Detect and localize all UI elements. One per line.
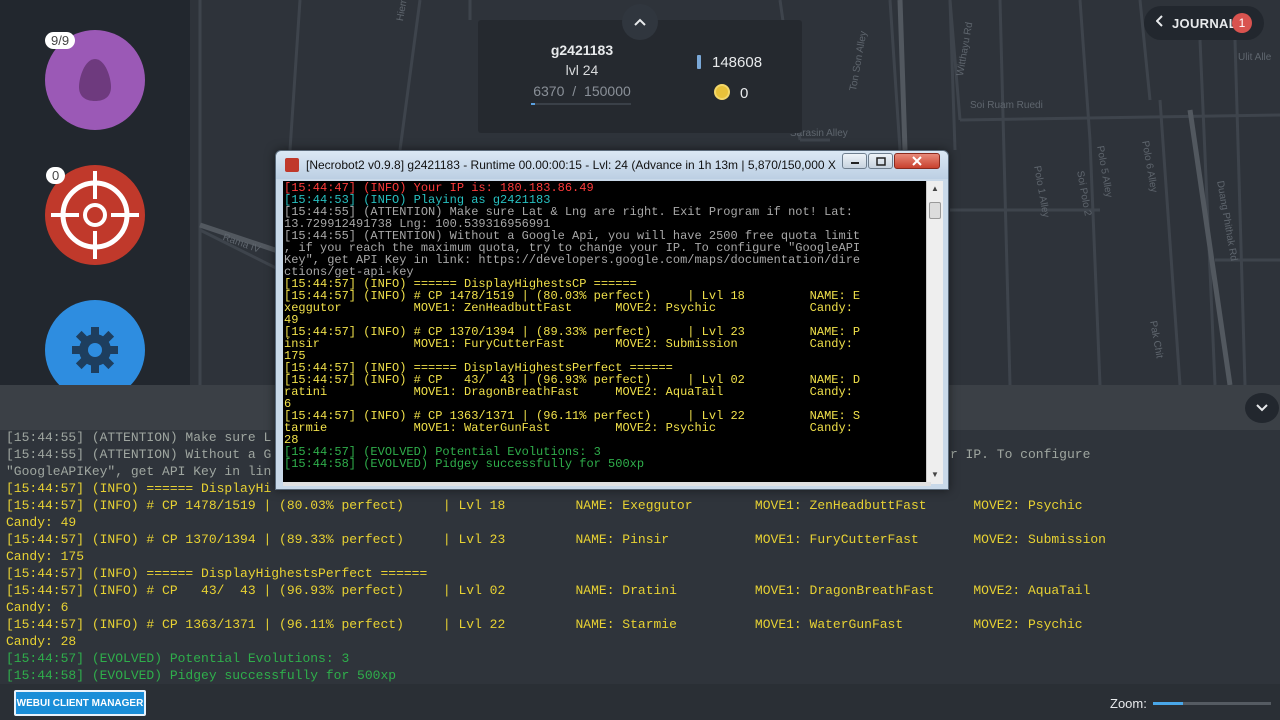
xp-text: 6370 / 150000 [510, 83, 654, 99]
egg-count-badge: 9/9 [45, 32, 76, 49]
console-titlebar[interactable]: [Necrobot2 v0.9.8] g2421183 - Runtime 00… [276, 151, 948, 179]
log-line: [15:44:57] (INFO) # CP 1370/1394 | (89.3… [6, 532, 1106, 547]
stardust-icon [697, 55, 701, 69]
log-line: [15:44:57] (INFO) # CP 1478/1519 | (80.0… [6, 498, 1083, 513]
bottom-bar [0, 684, 1280, 720]
maximize-button[interactable] [868, 153, 893, 169]
xp-separator: / [572, 83, 577, 99]
chevron-down-icon [1256, 404, 1268, 412]
xp-needed: 150000 [584, 83, 631, 99]
chevron-left-icon [1156, 15, 1163, 27]
coin-value: 0 [740, 85, 749, 102]
log-line: [15:44:57] (EVOLVED) Potential Evolution… [6, 651, 350, 666]
stardust-value: 148608 [712, 54, 763, 71]
zoom-label: Zoom: [1110, 696, 1147, 711]
collapse-profile-button[interactable] [622, 4, 658, 40]
log-line: [15:44:57] (INFO) # CP 43/ 43 | (96.93% … [6, 583, 1091, 598]
scroll-down-arrow-icon[interactable]: ▼ [927, 467, 943, 483]
map-label: Soi Ruam Ruedi [970, 100, 1043, 111]
log-line: [15:44:57] (INFO) ====== DisplayHi [6, 481, 272, 496]
log-line: "GoogleAPIKey", get API Key in lin [6, 464, 272, 479]
log-line: [15:44:57] (INFO) # CP 1363/1371 | (96.1… [6, 617, 1083, 632]
close-icon [912, 156, 922, 166]
console-title: [Necrobot2 v0.9.8] g2421183 - Runtime 00… [306, 158, 836, 172]
log-line: Candy: 6 [6, 600, 69, 615]
scroll-up-arrow-icon[interactable]: ▲ [927, 181, 943, 197]
necrobot-app-icon [285, 158, 299, 172]
map-label: Ulit Alle [1238, 52, 1272, 63]
snipe-count-badge: 0 [46, 167, 66, 184]
log-line: [15:44:57] (INFO) ====== DisplayHighests… [6, 566, 428, 581]
journal-label: JOURNAL [1172, 16, 1237, 31]
log-line: Candy: 175 [6, 549, 85, 564]
xp-progress-bar [531, 103, 631, 105]
xp-current: 6370 [533, 83, 565, 99]
egg-icon [79, 59, 111, 101]
close-button[interactable] [894, 153, 940, 169]
zoom-slider[interactable] [1153, 702, 1271, 705]
necrobot-console-window[interactable]: [Necrobot2 v0.9.8] g2421183 - Runtime 00… [275, 150, 949, 490]
console-line: xeggutor MOVE1: ZenHeadbuttFast MOVE2: P… [284, 301, 853, 315]
console-line: insir MOVE1: FuryCutterFast MOVE2: Submi… [284, 337, 853, 351]
xp-progress-fill [531, 103, 536, 105]
console-line: ratini MOVE1: DragonBreathFast MOVE2: Aq… [284, 385, 853, 399]
zoom-slider-fill [1153, 702, 1183, 705]
console-output[interactable]: [15:44:47] (INFO) Your IP is: 180.183.86… [283, 181, 943, 484]
console-horizontal-scrollbar[interactable] [283, 482, 931, 486]
player-level: lvl 24 [565, 62, 599, 78]
gear-icon [72, 327, 118, 373]
console-line: tarmie MOVE1: WaterGunFast MOVE2: Psychi… [284, 421, 853, 435]
maximize-icon [875, 156, 886, 166]
chevron-up-icon [634, 18, 646, 26]
minimize-icon [850, 162, 859, 164]
log-line: Candy: 49 [6, 515, 77, 530]
app-root: Hiem Duan Ra Soi Ruam Ruedi Sarasin Alle… [0, 0, 1280, 720]
coin-icon [714, 84, 730, 100]
player-name: g2421183 [550, 42, 614, 58]
console-line: [15:44:58] (EVOLVED) Pidgey successfully… [284, 457, 645, 471]
minimize-button[interactable] [842, 153, 867, 169]
console-toggle-button[interactable] [1245, 393, 1279, 423]
journal-button[interactable]: JOURNAL 1 [1144, 6, 1264, 40]
log-line: [15:44:58] (EVOLVED) Pidgey successfully… [6, 668, 397, 683]
log-line: Candy: 28 [6, 634, 77, 649]
console-scrollbar[interactable]: ▲ ▼ [926, 181, 943, 484]
log-line: [15:44:55] (ATTENTION) Make sure L [6, 430, 272, 445]
scroll-thumb[interactable] [929, 202, 941, 219]
client-manager-button[interactable]: WEBUI CLIENT MANAGER [14, 690, 146, 716]
journal-count-badge: 1 [1232, 13, 1252, 33]
